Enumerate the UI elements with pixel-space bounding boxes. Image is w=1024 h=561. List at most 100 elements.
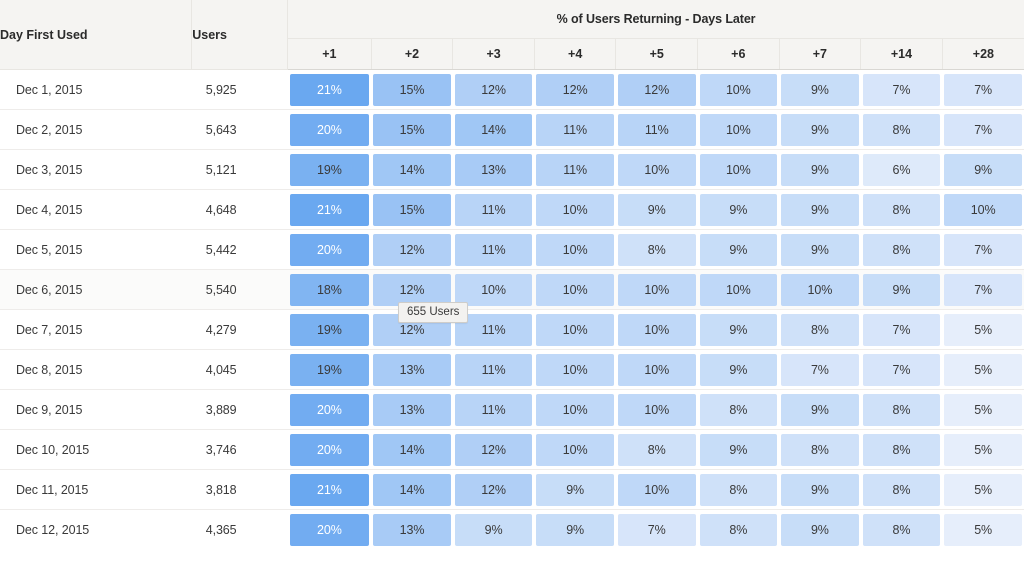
cell-retention-pct[interactable]: 19% (287, 149, 372, 190)
cell-retention-pct[interactable]: 8% (860, 389, 943, 430)
cell-retention-pct[interactable]: 10% (779, 269, 861, 310)
cell-retention-pct[interactable]: 21% (287, 469, 372, 510)
cell-retention-pct[interactable]: 12% (452, 69, 535, 110)
cell-retention-pct[interactable]: 10% (615, 469, 698, 510)
cell-retention-pct[interactable]: 6% (860, 149, 943, 190)
cell-retention-pct[interactable]: 9% (697, 229, 780, 270)
table-row[interactable]: Dec 3, 2015 5,121 19% 14% 13% 11% 10% 10% 9% 6% 9% (0, 149, 1024, 190)
cell-retention-pct[interactable]: 10% (615, 309, 698, 350)
cell-retention-pct[interactable]: 9% (779, 469, 861, 510)
cell-retention-pct[interactable]: 9% (779, 229, 861, 270)
column-header-day-4[interactable]: +4 (533, 38, 616, 70)
column-header-day-first-used[interactable]: Day First Used (0, 0, 193, 70)
cell-retention-pct[interactable]: 10% (615, 269, 698, 310)
cell-retention-pct[interactable]: 11% (452, 229, 535, 270)
table-row[interactable]: Dec 9, 2015 3,889 20% 13% 11% 10% 10% 8% 9% 8% 5% (0, 389, 1024, 430)
cell-retention-pct[interactable]: 9% (779, 189, 861, 230)
cell-retention-pct[interactable]: 11% (615, 109, 698, 150)
cell-retention-pct[interactable]: 12% (534, 69, 616, 110)
cell-retention-pct[interactable]: 12% (452, 469, 535, 510)
cell-retention-pct[interactable]: 9% (860, 269, 943, 310)
cell-retention-pct[interactable]: 5% (942, 349, 1024, 390)
cell-retention-pct[interactable]: 9% (534, 469, 616, 510)
cell-retention-pct[interactable]: 11% (452, 349, 535, 390)
cell-retention-pct[interactable]: 9% (779, 69, 861, 110)
cell-retention-pct[interactable]: 12% (371, 229, 453, 270)
cell-retention-pct[interactable]: 9% (779, 109, 861, 150)
cell-retention-pct[interactable]: 9% (779, 149, 861, 190)
cell-retention-pct[interactable]: 20% (287, 229, 372, 270)
cell-retention-pct[interactable]: 8% (615, 429, 698, 470)
column-header-day-7[interactable]: +7 (778, 38, 861, 70)
cell-retention-pct[interactable]: 12% (452, 429, 535, 470)
table-row[interactable]: Dec 11, 2015 3,818 21% 14% 12% 9% 10% 8% 9% 8% 5% (0, 469, 1024, 510)
cell-retention-pct[interactable]: 14% (371, 429, 453, 470)
cell-retention-pct[interactable]: 10% (697, 269, 780, 310)
cell-retention-pct[interactable]: 10% (534, 389, 616, 430)
column-header-day-3[interactable]: +3 (452, 38, 535, 70)
cell-retention-pct[interactable]: 10% (534, 269, 616, 310)
cell-retention-pct[interactable]: 5% (942, 389, 1024, 430)
cell-retention-pct[interactable]: 8% (779, 309, 861, 350)
cell-retention-pct[interactable]: 7% (779, 349, 861, 390)
cell-retention-pct[interactable]: 7% (942, 109, 1024, 150)
cell-retention-pct[interactable]: 8% (860, 429, 943, 470)
cell-retention-pct[interactable]: 18% (287, 269, 372, 310)
table-row[interactable]: Dec 6, 2015 5,540 18% 12% 10% 10% 10% 10% 10% 9% 7… (0, 269, 1024, 310)
table-row[interactable]: Dec 12, 2015 4,365 20% 13% 9% 9% 7% 8% 9% 8% 5% (0, 510, 1024, 550)
cell-retention-pct[interactable]: 7% (942, 269, 1024, 310)
table-row[interactable]: Dec 5, 2015 5,442 20% 12% 11% 10% 8% 9% 9% 8% 7% (0, 229, 1024, 270)
table-row[interactable]: Dec 2, 2015 5,643 20% 15% 14% 11% 11% 10% 9% 8% 7% (0, 109, 1024, 150)
cell-retention-pct[interactable]: 19% (287, 309, 372, 350)
cell-retention-pct[interactable]: 21% (287, 189, 372, 230)
column-header-users[interactable]: Users (191, 0, 289, 70)
cell-retention-pct[interactable]: 21% (287, 69, 372, 110)
cell-retention-pct[interactable]: 10% (534, 309, 616, 350)
cell-retention-pct[interactable]: 8% (860, 469, 943, 510)
column-header-day-5[interactable]: +5 (615, 38, 698, 70)
cell-retention-pct[interactable]: 9% (697, 189, 780, 230)
column-header-day-2[interactable]: +2 (370, 38, 453, 70)
cell-retention-pct[interactable]: 9% (453, 510, 535, 550)
cell-retention-pct[interactable]: 11% (452, 389, 535, 430)
cell-retention-pct[interactable]: 9% (779, 389, 861, 430)
cell-retention-pct[interactable]: 11% (534, 149, 616, 190)
cell-retention-pct[interactable]: 20% (288, 510, 372, 550)
cell-retention-pct[interactable]: 20% (287, 389, 372, 430)
cell-retention-pct[interactable]: 7% (616, 510, 698, 550)
cell-retention-pct[interactable]: 8% (697, 389, 780, 430)
cell-retention-pct[interactable]: 7% (860, 309, 943, 350)
cell-retention-pct[interactable]: 8% (860, 109, 943, 150)
table-row[interactable]: Dec 1, 2015 5,925 21% 15% 12% 12% 12% 10% 9% 7% 7% (0, 69, 1024, 110)
cell-retention-pct[interactable]: 7% (942, 229, 1024, 270)
cell-retention-pct[interactable]: 8% (615, 229, 698, 270)
cell-retention-pct[interactable]: 12% (615, 69, 698, 110)
column-header-day-14[interactable]: +14 (860, 38, 943, 70)
cell-retention-pct[interactable]: 10% (697, 109, 780, 150)
cell-retention-pct[interactable]: 20% (287, 429, 372, 470)
column-header-day-1[interactable]: +1 (287, 38, 372, 70)
cell-retention-pct[interactable]: 9% (942, 149, 1024, 190)
cell-retention-pct[interactable]: 11% (452, 189, 535, 230)
cell-retention-pct[interactable]: 10% (615, 389, 698, 430)
cell-retention-pct[interactable]: 20% (287, 109, 372, 150)
cell-retention-pct[interactable]: 5% (942, 429, 1024, 470)
cell-retention-pct[interactable]: 10% (534, 429, 616, 470)
cell-retention-pct[interactable]: 9% (534, 510, 616, 550)
cell-retention-pct[interactable]: 5% (942, 469, 1024, 510)
cell-retention-pct[interactable]: 10% (615, 349, 698, 390)
cell-retention-pct[interactable]: 10% (534, 189, 616, 230)
cell-retention-pct[interactable]: 8% (861, 510, 943, 550)
cell-retention-pct[interactable]: 19% (287, 349, 372, 390)
cell-retention-pct[interactable]: 10% (534, 349, 616, 390)
column-header-day-6[interactable]: +6 (697, 38, 780, 70)
cell-retention-pct[interactable]: 15% (371, 109, 453, 150)
cell-retention-pct[interactable]: 7% (860, 349, 943, 390)
cell-retention-pct[interactable]: 9% (615, 189, 698, 230)
cell-retention-pct[interactable]: 9% (697, 429, 780, 470)
cell-retention-pct[interactable]: 5% (942, 510, 1024, 550)
cell-retention-pct[interactable]: 9% (779, 510, 861, 550)
cell-retention-pct[interactable]: 8% (698, 510, 780, 550)
table-row[interactable]: Dec 10, 2015 3,746 20% 14% 12% 10% 8% 9% 8% 8% 5% (0, 429, 1024, 470)
table-row[interactable]: Dec 7, 2015 4,279 19% 12% 11% 10% 10% 9% 8% 7% 5% (0, 309, 1024, 350)
